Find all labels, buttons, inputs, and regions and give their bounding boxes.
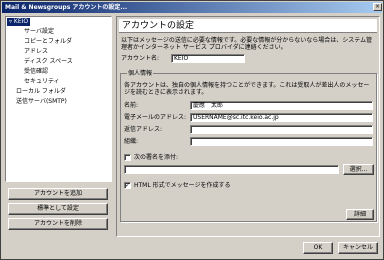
email-label: 電子メールのアドレス: bbox=[124, 114, 187, 121]
window-title: Mail & Newsgroups アカウントの設定... bbox=[5, 4, 128, 11]
signature-label: 次の署名を添付: bbox=[134, 154, 179, 161]
account-name-label: アカウント名: bbox=[121, 55, 160, 62]
organization-field[interactable] bbox=[190, 137, 373, 146]
identity-description: 各アカウントは、独自の個人情報を持つことができます。これは受取人が差出人のメッセ… bbox=[124, 82, 370, 96]
tree-item-server[interactable]: サーバ設定 bbox=[24, 28, 54, 36]
advanced-button[interactable]: 詳細 bbox=[346, 209, 374, 220]
organization-label: 組織: bbox=[124, 138, 139, 145]
tree-item-keio[interactable]: ▿ KEIO bbox=[7, 18, 31, 26]
set-default-button[interactable]: 標準として設定 bbox=[8, 203, 108, 215]
name-field[interactable]: 慶應 太郎 bbox=[190, 101, 373, 110]
html-format-label: HTML 形式でメッセージを作成する bbox=[134, 182, 231, 189]
cancel-button[interactable]: キャンセル bbox=[338, 242, 378, 254]
panel-header: アカウントの設定 bbox=[119, 19, 377, 33]
tree-item-smtp[interactable]: 送信サーバ(SMTP) bbox=[16, 98, 67, 106]
tree-item-security[interactable]: セキュリティ bbox=[24, 78, 60, 86]
name-label: 名前: bbox=[124, 102, 139, 109]
tree-item-address[interactable]: アドレス bbox=[24, 48, 48, 56]
reply-to-field[interactable] bbox=[190, 125, 373, 134]
tree-item-copies-folders[interactable]: コピーとフォルダ bbox=[24, 38, 72, 46]
email-field[interactable]: USERNAME@sc.itc.keio.ac.jp bbox=[190, 113, 373, 122]
identity-group: 個人情報 各アカウントは、独自の個人情報を持つことができます。これは受取人が差出… bbox=[120, 70, 377, 222]
settings-panel: アカウントの設定 以下はメッセージの送信に必要な情報です。必要な情報が分からない… bbox=[116, 16, 380, 237]
panel-description: 以下はメッセージの送信に必要な情報です。必要な情報が分からないなら場合は、システ… bbox=[121, 37, 373, 51]
delete-account-button[interactable]: アカウントを削除 bbox=[8, 218, 108, 230]
tree-item-receipts[interactable]: 受信確認 bbox=[24, 68, 48, 76]
account-settings-window: Mail & Newsgroups アカウントの設定... × ▿ KEIO サ… bbox=[0, 0, 384, 260]
account-tree[interactable]: ▿ KEIO サーバ設定 コピーとフォルダ アドレス ディスク スペース 受信確… bbox=[5, 16, 112, 182]
signature-path-field[interactable] bbox=[124, 165, 339, 174]
tree-item-local-folders[interactable]: ローカル フォルダ bbox=[16, 88, 66, 96]
identity-group-label: 個人情報 bbox=[127, 70, 154, 77]
reply-to-label: 返信アドレス: bbox=[124, 126, 163, 133]
html-format-checkbox[interactable]: ✓ bbox=[124, 182, 131, 189]
signature-checkbox[interactable] bbox=[124, 154, 131, 161]
close-icon[interactable]: × bbox=[373, 3, 382, 11]
browse-button[interactable]: 選択... bbox=[343, 164, 374, 175]
add-account-button[interactable]: アカウントを追加 bbox=[8, 188, 108, 200]
title-bar: Mail & Newsgroups アカウントの設定... bbox=[2, 2, 382, 13]
ok-button[interactable]: OK bbox=[303, 242, 333, 254]
account-name-field[interactable]: KEIO bbox=[171, 54, 245, 63]
tree-item-disk-space[interactable]: ディスク スペース bbox=[24, 58, 73, 66]
